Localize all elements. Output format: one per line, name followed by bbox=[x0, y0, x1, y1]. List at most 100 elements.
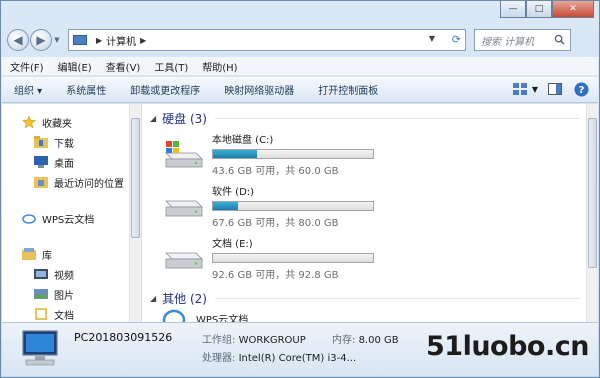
content-scrollbar[interactable] bbox=[586, 104, 598, 322]
drive-e[interactable]: 文档 (E:) 92.6 GB 可用，共 92.8 GB bbox=[142, 232, 598, 284]
content-pane: ◢ 硬盘 (3) 本地磁盘 (C:) 43.6 GB 可用，共 60.0 GB bbox=[142, 104, 598, 322]
group-hard-drives-label: 硬盘 (3) bbox=[162, 111, 207, 126]
drive-c-usage-fill bbox=[213, 150, 257, 158]
nav-wps-cloud-label: WPS云文档 bbox=[42, 214, 95, 226]
nav-wps-cloud[interactable]: WPS云文档 bbox=[2, 208, 141, 228]
uninstall-program-button[interactable]: 卸载或更改程序 bbox=[130, 82, 200, 97]
drive-c-name: 本地磁盘 (C:) bbox=[212, 135, 274, 146]
search-icon[interactable] bbox=[554, 34, 565, 45]
collapse-icon[interactable]: ◢ bbox=[150, 294, 156, 303]
nav-libraries[interactable]: 库 bbox=[2, 244, 141, 264]
watermark: 51luobo.cn bbox=[426, 331, 589, 362]
drive-c-free: 43.6 GB 可用，共 60.0 GB bbox=[212, 166, 339, 177]
explorer-window: — □ ✕ ◀ ▶ ▼ ▶ 计算机 ▶ ▼ ⟳ 搜索 计算机 文件(F) 编辑(… bbox=[0, 0, 600, 378]
video-icon bbox=[34, 269, 48, 279]
nav-recent-label: 最近访问的位置 bbox=[54, 178, 124, 190]
computer-name: PC201803091526 bbox=[74, 331, 173, 344]
drive-c-usage-bar bbox=[212, 149, 374, 159]
nav-downloads-label: 下载 bbox=[54, 138, 74, 150]
memory-label: 内存: bbox=[332, 335, 356, 346]
nav-scrollbar[interactable] bbox=[129, 104, 141, 322]
history-dropdown[interactable]: ▼ bbox=[52, 36, 62, 44]
address-dropdown[interactable]: ▼ bbox=[429, 34, 435, 43]
view-dropdown-icon[interactable]: ▼ bbox=[532, 85, 538, 94]
cpu-value: Intel(R) Core(TM) i3-4... bbox=[238, 353, 357, 364]
search-input[interactable]: 搜索 计算机 bbox=[474, 29, 571, 51]
svg-text:?: ? bbox=[578, 85, 584, 96]
drive-d-free: 67.6 GB 可用，共 80.0 GB bbox=[212, 218, 339, 229]
drive-icon bbox=[165, 200, 203, 217]
help-icon[interactable]: ? bbox=[572, 81, 590, 97]
computer-icon bbox=[22, 330, 58, 366]
drive-icon bbox=[165, 252, 203, 269]
drive-d-info: 软件 (D:) 67.6 GB 可用，共 80.0 GB bbox=[212, 183, 374, 229]
menu-help[interactable]: 帮助(H) bbox=[202, 59, 237, 74]
drive-c-info: 本地磁盘 (C:) 43.6 GB 可用，共 60.0 GB bbox=[212, 131, 374, 177]
maximize-button[interactable]: □ bbox=[526, 1, 552, 18]
drive-d[interactable]: 软件 (D:) 67.6 GB 可用，共 80.0 GB bbox=[142, 180, 598, 232]
view-icon[interactable] bbox=[512, 81, 530, 97]
nav-scroll-thumb[interactable] bbox=[131, 118, 140, 238]
nav-documents-label: 文档 bbox=[54, 310, 74, 322]
menu-edit[interactable]: 编辑(E) bbox=[58, 59, 92, 74]
folder-icon bbox=[34, 136, 48, 148]
content-scroll-thumb[interactable] bbox=[588, 118, 597, 268]
breadcrumb-computer[interactable]: 计算机 bbox=[106, 33, 136, 48]
breadcrumb-separator[interactable]: ▶ bbox=[96, 36, 102, 45]
picture-icon bbox=[34, 289, 48, 299]
nav-libraries-label: 库 bbox=[42, 250, 52, 262]
drive-c[interactable]: 本地磁盘 (C:) 43.6 GB 可用，共 60.0 GB bbox=[142, 128, 598, 180]
nav-videos[interactable]: 视频 bbox=[2, 264, 141, 284]
navigation-pane: 收藏夹 下载 桌面 最近访问的位置 WPS云文档 库 视频 图片 文档 bbox=[2, 104, 142, 322]
command-bar: 组织 ▾ 系统属性 卸载或更改程序 映射网络驱动器 打开控制面板 ▼ ? bbox=[2, 77, 598, 103]
cloud-icon bbox=[22, 214, 36, 224]
workgroup-value: WORKGROUP bbox=[238, 335, 306, 346]
star-icon bbox=[22, 116, 36, 128]
address-bar[interactable]: ▶ 计算机 ▶ ▼ ⟳ bbox=[68, 29, 466, 51]
menu-bar: 文件(F) 编辑(E) 查看(V) 工具(T) 帮助(H) bbox=[2, 57, 598, 76]
system-properties-button[interactable]: 系统属性 bbox=[66, 82, 106, 97]
nav-pictures-label: 图片 bbox=[54, 290, 74, 302]
address-row: ◀ ▶ ▼ ▶ 计算机 ▶ ▼ ⟳ 搜索 计算机 bbox=[7, 27, 593, 53]
details-pane: PC201803091526 工作组: WORKGROUP 内存: 8.00 G… bbox=[2, 322, 598, 376]
drive-d-usage-bar bbox=[212, 201, 374, 211]
nav-desktop[interactable]: 桌面 bbox=[2, 152, 141, 172]
main-area: 收藏夹 下载 桌面 最近访问的位置 WPS云文档 库 视频 图片 文档 ◢ 硬盘… bbox=[2, 104, 598, 322]
drive-d-usage-fill bbox=[213, 202, 238, 210]
search-placeholder: 搜索 计算机 bbox=[481, 36, 535, 48]
refresh-icon[interactable]: ⟳ bbox=[452, 33, 461, 46]
back-button[interactable]: ◀ bbox=[7, 29, 29, 51]
nav-downloads[interactable]: 下载 bbox=[2, 132, 141, 152]
breadcrumb-separator[interactable]: ▶ bbox=[140, 36, 146, 45]
memory-value: 8.00 GB bbox=[358, 335, 399, 346]
cpu-label: 处理器: bbox=[202, 353, 236, 364]
menu-view[interactable]: 查看(V) bbox=[106, 59, 141, 74]
menu-file[interactable]: 文件(F) bbox=[10, 59, 44, 74]
computer-icon bbox=[73, 35, 87, 45]
forward-icon: ▶ bbox=[36, 33, 46, 47]
nav-documents[interactable]: 文档 bbox=[2, 304, 141, 324]
open-control-panel-button[interactable]: 打开控制面板 bbox=[318, 82, 378, 97]
collapse-icon[interactable]: ◢ bbox=[150, 114, 156, 123]
cloud-icon bbox=[162, 309, 186, 322]
cpu-info: 处理器: Intel(R) Core(TM) i3-4... bbox=[202, 349, 356, 364]
document-icon bbox=[35, 308, 47, 320]
toolbar-right: ▼ ? bbox=[504, 81, 590, 97]
workgroup-label: 工作组: bbox=[202, 335, 236, 346]
menu-tools[interactable]: 工具(T) bbox=[154, 59, 188, 74]
map-network-drive-button[interactable]: 映射网络驱动器 bbox=[224, 82, 294, 97]
close-button[interactable]: ✕ bbox=[552, 1, 594, 18]
nav-recent[interactable]: 最近访问的位置 bbox=[2, 172, 141, 192]
minimize-button[interactable]: — bbox=[500, 1, 526, 18]
nav-pictures[interactable]: 图片 bbox=[2, 284, 141, 304]
wps-cloud-item[interactable]: WPS云文档 bbox=[142, 308, 598, 322]
preview-pane-icon[interactable] bbox=[546, 81, 564, 97]
nav-desktop-label: 桌面 bbox=[54, 158, 74, 170]
group-other[interactable]: ◢ 其他 (2) bbox=[142, 288, 598, 308]
nav-favorites[interactable]: 收藏夹 bbox=[2, 112, 141, 132]
workgroup-info: 工作组: WORKGROUP bbox=[202, 331, 306, 346]
forward-button[interactable]: ▶ bbox=[30, 29, 52, 51]
organize-button[interactable]: 组织 ▾ bbox=[14, 82, 42, 97]
group-hard-drives[interactable]: ◢ 硬盘 (3) bbox=[142, 108, 598, 128]
nav-list: 收藏夹 下载 桌面 最近访问的位置 WPS云文档 库 视频 图片 文档 bbox=[2, 104, 141, 324]
